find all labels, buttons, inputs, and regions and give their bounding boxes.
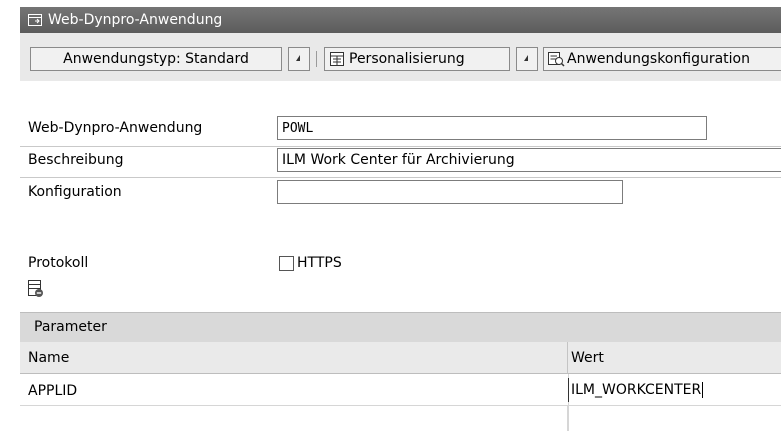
https-label: HTTPS (297, 255, 342, 271)
description-value: ILM Work Center für Archivierung (282, 152, 515, 168)
table-row[interactable]: APPLID ILM_WORKCENTER (20, 374, 781, 431)
window-titlebar: Web-Dynpro-Anwendung (20, 7, 781, 33)
table-row-empty (20, 406, 568, 431)
application-value: POWL (282, 120, 314, 136)
application-label: Web-Dynpro-Anwendung (28, 120, 203, 136)
configuration-label: Konfiguration (28, 184, 122, 200)
column-header-value[interactable]: Wert (568, 342, 781, 374)
configuration-icon (547, 51, 565, 67)
personalization-dropdown[interactable] (516, 47, 538, 71)
personalization-label: Personalisierung (349, 51, 465, 67)
https-option[interactable]: HTTPS (279, 255, 342, 271)
description-field[interactable]: ILM Work Center für Archivierung (277, 148, 781, 172)
row-divider (20, 177, 781, 178)
configuration-field[interactable] (277, 180, 623, 204)
column-header-value-label: Wert (571, 349, 604, 366)
param-value-text: ILM_WORKCENTER (571, 382, 702, 398)
application-configuration-label: Anwendungskonfiguration (567, 51, 750, 67)
protocol-label: Protokoll (28, 255, 89, 271)
application-configuration-button[interactable]: Anwendungskonfiguration (543, 47, 781, 71)
row-divider (20, 146, 781, 147)
description-label: Beschreibung (28, 152, 124, 168)
parameter-section-header: Parameter (20, 312, 781, 343)
https-checkbox[interactable] (279, 255, 294, 271)
column-header-name-label: Name (28, 349, 70, 366)
personalization-button[interactable]: Personalisierung (324, 47, 510, 71)
table-settings-icon[interactable] (27, 279, 45, 303)
window-icon (28, 14, 42, 26)
application-type-label: Anwendungstyp: Standard (63, 51, 249, 67)
param-value-field[interactable]: ILM_WORKCENTER (568, 378, 781, 402)
personalization-icon (329, 51, 345, 67)
text-cursor (702, 382, 704, 398)
application-field[interactable]: POWL (277, 116, 707, 140)
toolbar-separator (316, 51, 317, 67)
window-title: Web-Dynpro-Anwendung (48, 12, 223, 28)
chevron-down-icon (522, 51, 532, 67)
param-name-cell: APPLID (28, 383, 78, 399)
column-header-name[interactable]: Name (20, 342, 568, 374)
chevron-down-icon (294, 51, 304, 67)
application-type-dropdown[interactable] (288, 47, 310, 71)
parameter-section-label: Parameter (34, 319, 107, 335)
application-type-button[interactable]: Anwendungstyp: Standard (30, 47, 282, 71)
toolbar: Anwendungstyp: Standard Personalisierung (20, 33, 781, 81)
